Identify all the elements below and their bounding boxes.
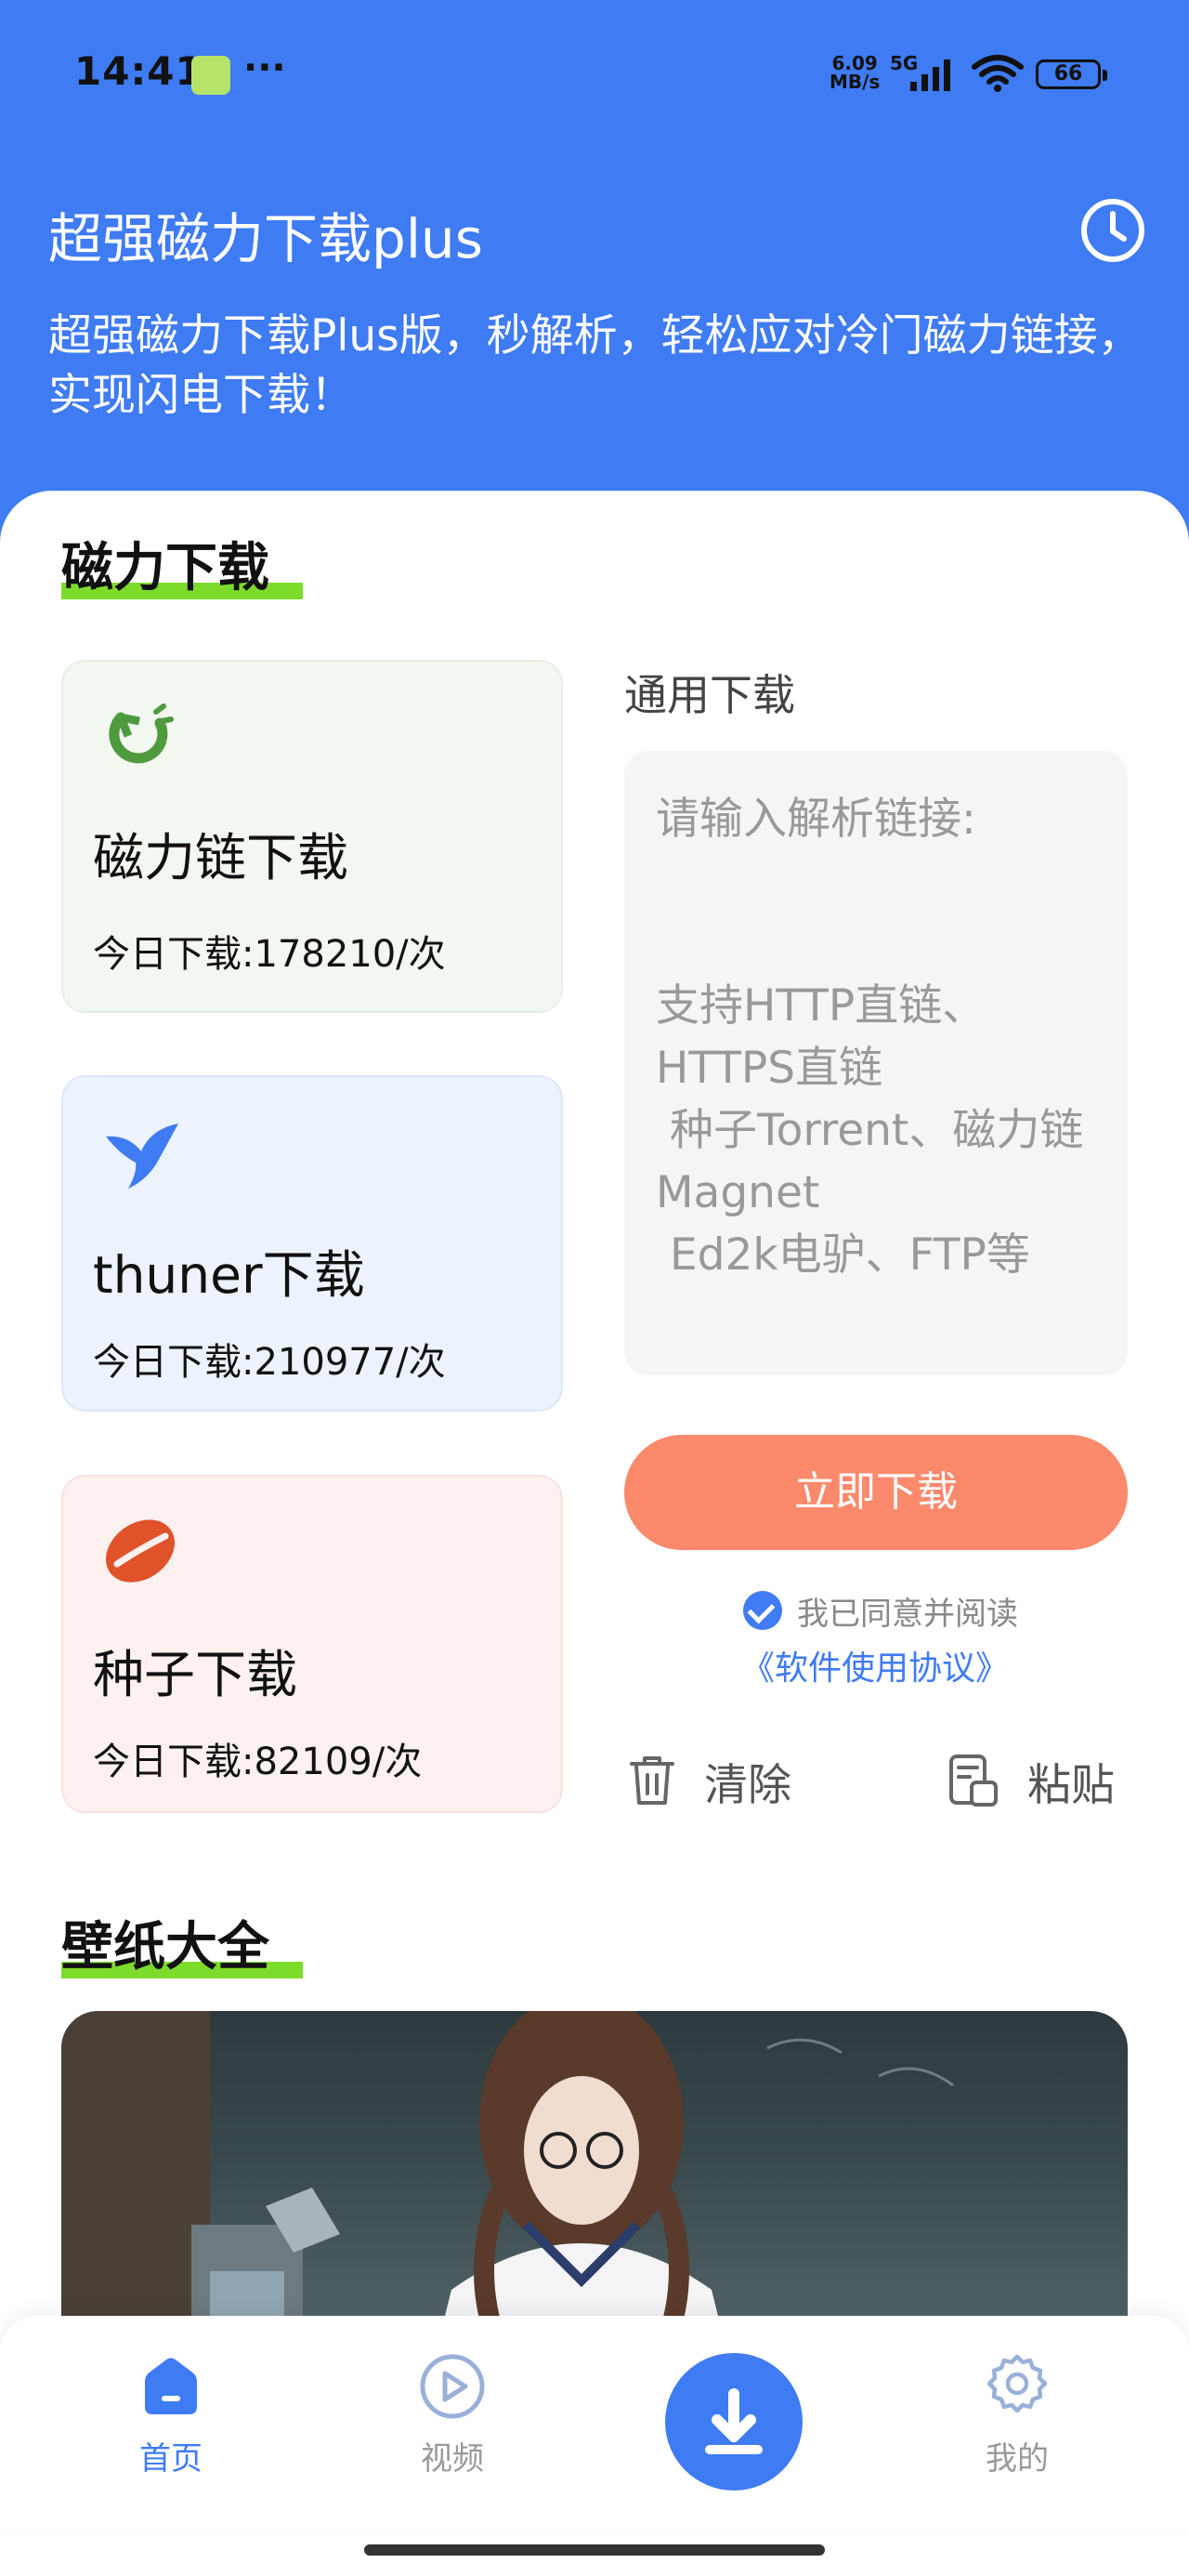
agreement-row[interactable]: 我已同意并阅读 <box>743 1589 1018 1633</box>
nav-video-label: 视频 <box>421 2440 484 2477</box>
agreement-link[interactable]: 《软件使用协议》 <box>741 1641 1009 1689</box>
wallpaper-image[interactable] <box>61 2011 1128 2364</box>
play-icon <box>420 2354 485 2419</box>
card-name: 种子下载 <box>93 1645 298 1704</box>
seed-download-card[interactable]: 种子下载 今日下载:82109/次 <box>61 1475 563 1813</box>
link-input[interactable] <box>624 751 1128 1375</box>
gear-icon <box>986 2354 1048 2413</box>
section-title-magnet: 磁力下载 <box>61 526 303 601</box>
magnet-download-card[interactable]: 磁力链下载 今日下载:178210/次 <box>61 660 563 1013</box>
bottom-navigation: 首页 视频 我的 <box>0 2316 1189 2530</box>
network-speed-unit: MB/s <box>830 71 881 93</box>
link-input-box <box>624 751 1128 1375</box>
paste-label: 粘贴 <box>1027 1759 1115 1811</box>
nav-home[interactable]: 首页 <box>97 2353 245 2478</box>
card-name: 磁力链下载 <box>93 828 349 887</box>
history-icon[interactable] <box>1079 197 1146 264</box>
clear-label: 清除 <box>704 1759 791 1811</box>
wallpaper-illustration <box>61 2011 954 2364</box>
wifi-icon <box>972 55 1024 92</box>
card-count: 今日下载:82109/次 <box>93 1741 423 1783</box>
nav-mine-label: 我的 <box>986 2440 1049 2477</box>
battery-icon: 66 <box>1036 59 1107 89</box>
general-download-label: 通用下载 <box>624 670 795 720</box>
section-title-wallpaper: 壁纸大全 <box>61 1905 303 1980</box>
home-indicator <box>364 2544 825 2556</box>
more-notifications-icon: ··· <box>243 46 286 89</box>
download-center-button[interactable] <box>665 2353 803 2491</box>
agree-text: 我已同意并阅读 <box>797 1595 1018 1633</box>
agree-checkbox-icon[interactable] <box>743 1591 782 1630</box>
download-now-button[interactable]: 立即下载 <box>624 1435 1128 1550</box>
app-subtitle: 超强磁力下载Plus版，秒解析，轻松应对冷门磁力链接，实现闪电下载！ <box>48 310 1142 421</box>
nav-home-label: 首页 <box>139 2440 203 2477</box>
network-speed: 6.09 MB/s <box>830 54 880 91</box>
trash-icon <box>630 1756 674 1805</box>
card-name: thuner下载 <box>93 1245 365 1305</box>
card-count: 今日下载:178210/次 <box>93 933 446 976</box>
seed-icon <box>105 1519 176 1583</box>
paste-icon <box>949 1755 998 1807</box>
paste-button[interactable]: 粘贴 <box>947 1747 1115 1814</box>
nav-mine[interactable]: 我的 <box>943 2353 1091 2478</box>
clear-button[interactable]: 清除 <box>628 1747 791 1814</box>
thunder-download-card[interactable]: thuner下载 今日下载:210977/次 <box>61 1075 563 1412</box>
app-title: 超强磁力下载plus <box>48 207 483 270</box>
bird-icon <box>106 1124 178 1189</box>
status-time: 14:41 <box>74 48 203 94</box>
nav-video[interactable]: 视频 <box>378 2353 527 2478</box>
home-icon <box>145 2358 197 2414</box>
app-notification-icon <box>191 56 230 95</box>
status-bar: 14:41 ··· 6.09 MB/s 5G 66 <box>0 0 1189 139</box>
download-icon <box>705 2388 763 2454</box>
card-count: 今日下载:210977/次 <box>93 1341 446 1384</box>
signal-icon <box>910 59 950 91</box>
magnet-icon <box>109 703 174 764</box>
